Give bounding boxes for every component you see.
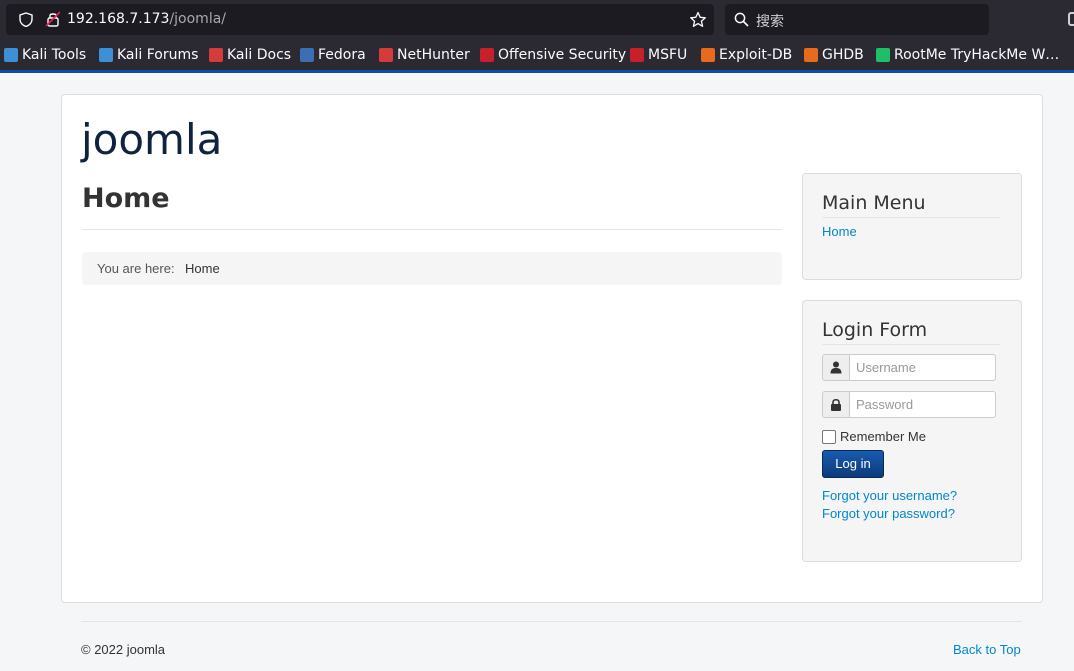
search-icon xyxy=(734,12,749,27)
login-form-title: Login Form xyxy=(822,319,928,341)
bookmark-label: NetHunter xyxy=(397,47,470,63)
remember-me-checkbox[interactable] xyxy=(822,429,836,444)
password-addon xyxy=(822,391,850,418)
insecure-lock-icon[interactable] xyxy=(46,11,60,27)
main-menu-module: Main Menu Home xyxy=(802,173,1022,280)
footer-copyright: © 2022 joomla xyxy=(81,642,166,657)
forgot-username-link[interactable]: Forgot your username? xyxy=(822,488,957,503)
kali-docs-icon xyxy=(209,48,223,62)
bookmark-star-icon[interactable] xyxy=(689,11,707,29)
extensions-icon[interactable] xyxy=(1068,12,1074,26)
offsec-icon xyxy=(480,48,494,62)
remember-me[interactable]: Remember Me xyxy=(822,429,926,444)
bookmark-label: Fedora xyxy=(318,47,366,63)
footer-rule xyxy=(81,621,1022,622)
msfu-icon xyxy=(630,48,644,62)
browser-chrome: 192.168.7.173/joomla/ 搜索 Kali Tools Kali … xyxy=(0,0,1074,73)
main-content: Home You are here: Home xyxy=(82,181,782,285)
bookmark-item[interactable]: Offensive Security xyxy=(480,46,626,64)
username-input[interactable] xyxy=(850,354,996,381)
page-title: Home xyxy=(82,183,170,214)
password-row xyxy=(822,391,997,418)
bookmark-label: GHDB xyxy=(822,47,864,63)
search-bar[interactable]: 搜索 xyxy=(725,4,989,35)
bookmark-label: Kali Forums xyxy=(117,47,199,63)
main-menu-title: Main Menu xyxy=(822,192,926,214)
bookmark-label: Kali Tools xyxy=(22,47,87,63)
bookmark-label: RootMe TryHackMe W… xyxy=(894,47,1060,63)
login-button[interactable]: Log in xyxy=(822,450,884,478)
breadcrumb-current: Home xyxy=(185,261,220,276)
user-icon xyxy=(830,361,842,374)
address-bar[interactable]: 192.168.7.173/joomla/ xyxy=(6,4,714,35)
fedora-icon xyxy=(300,48,314,62)
rootme-icon xyxy=(876,48,890,62)
module-rule xyxy=(822,344,1000,345)
back-to-top-link[interactable]: Back to Top xyxy=(953,642,1021,657)
forgot-password-link[interactable]: Forgot your password? xyxy=(822,506,955,521)
lock-icon xyxy=(831,398,841,411)
bookmark-item[interactable]: MSFU xyxy=(630,46,687,64)
bookmark-label: Kali Docs xyxy=(227,47,292,63)
toolbar-accent-line xyxy=(0,70,1074,73)
module-rule xyxy=(822,217,1000,218)
site-container: joomla Home You are here: Home Main Menu… xyxy=(61,94,1043,603)
url-host: 192.168.7.173 xyxy=(67,11,170,27)
bookmark-item[interactable]: RootMe TryHackMe W… xyxy=(876,46,1059,64)
url-path: /joomla/ xyxy=(169,11,226,27)
nethunter-icon xyxy=(379,48,393,62)
bookmarks-toolbar: Kali Tools Kali Forums Kali Docs Fedora NetH… xyxy=(0,42,1074,68)
password-input[interactable] xyxy=(850,391,996,418)
breadcrumb: You are here: Home xyxy=(82,252,782,285)
kali-icon xyxy=(4,48,18,62)
remember-me-label: Remember Me xyxy=(840,429,926,444)
bookmark-item[interactable]: Kali Tools xyxy=(4,46,86,64)
bookmark-item[interactable]: GHDB xyxy=(804,46,864,64)
breadcrumb-label: You are here: xyxy=(97,261,175,276)
url-text[interactable]: 192.168.7.173/joomla/ xyxy=(67,11,226,27)
bookmark-item[interactable]: Fedora xyxy=(300,46,366,64)
bookmark-item[interactable]: Kali Docs xyxy=(209,46,291,64)
username-row xyxy=(822,354,997,381)
username-addon xyxy=(822,354,850,381)
menu-item-home[interactable]: Home xyxy=(822,224,857,239)
kali-icon xyxy=(99,48,113,62)
login-form-module: Login Form Remember Me xyxy=(802,300,1022,562)
bookmark-item[interactable]: Kali Forums xyxy=(99,46,198,64)
site-brand[interactable]: joomla xyxy=(81,115,222,164)
bookmark-item[interactable]: Exploit-DB xyxy=(701,46,792,64)
bookmark-item[interactable]: NetHunter xyxy=(379,46,470,64)
exploitdb-icon xyxy=(701,48,715,62)
bookmark-label: MSFU xyxy=(648,47,688,63)
shield-icon[interactable] xyxy=(19,12,33,27)
bookmark-label: Offensive Security xyxy=(498,47,627,63)
ghdb-icon xyxy=(804,48,818,62)
search-placeholder: 搜索 xyxy=(756,14,784,30)
title-divider xyxy=(82,229,782,230)
bookmark-label: Exploit-DB xyxy=(719,47,793,63)
